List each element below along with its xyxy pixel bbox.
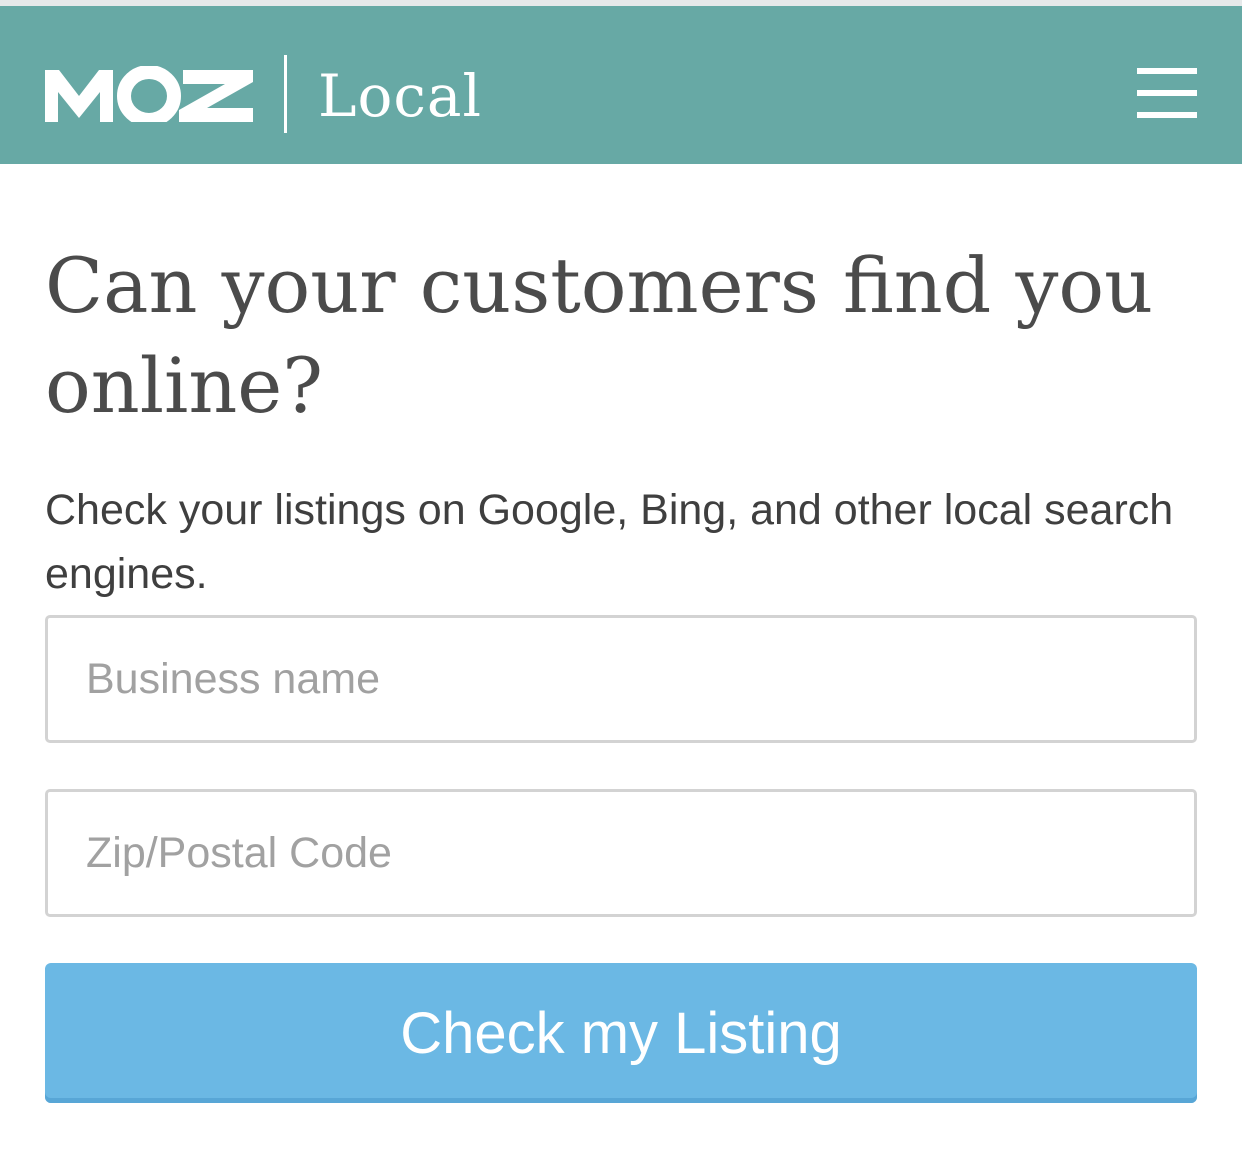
check-listing-button[interactable]: Check my Listing	[45, 963, 1197, 1103]
menu-bar-middle	[1137, 90, 1197, 96]
business-name-input[interactable]	[45, 615, 1197, 743]
hamburger-menu-icon[interactable]	[1134, 66, 1198, 124]
logo-divider	[284, 55, 287, 133]
moz-logo-graphic	[45, 65, 253, 127]
moz-logo[interactable]	[45, 65, 255, 127]
product-name: Local	[318, 62, 483, 130]
page-title: Can your customers find you online?	[45, 241, 1154, 430]
zip-postal-code-input[interactable]	[45, 789, 1197, 917]
hero-description: Check your listings on Google, Bing, and…	[45, 486, 1174, 598]
site-header: Local	[0, 6, 1242, 164]
menu-bar-top	[1137, 68, 1197, 74]
hero-section: Can your customers find you online? Chec…	[45, 164, 1197, 606]
menu-bar-bottom	[1137, 112, 1197, 118]
